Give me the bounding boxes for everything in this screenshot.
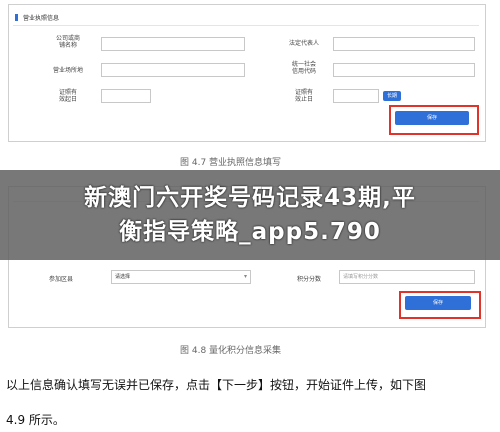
instruction-line-1: 以上信息确认填写无误并已保存，点击【下一步】按钮，开始证件上传，如下图	[6, 378, 427, 392]
section-title: 营业执照信息	[23, 15, 60, 22]
save-button-2[interactable]: 保存	[405, 296, 471, 310]
valid-from-input[interactable]	[101, 89, 151, 103]
label-score: 积分分数	[296, 276, 321, 283]
long-term-button[interactable]: 长期	[383, 91, 401, 101]
section-header: 营业执照信息	[15, 11, 135, 23]
figure-caption-4-8: 图 4.8 量化积分信息采集	[180, 346, 282, 356]
overlay-banner: 新澳门六开奖号码记录43期,平 衡指导策略_app5.790	[0, 170, 500, 260]
overlay-line-1: 新澳门六开奖号码记录43期,平	[84, 185, 416, 211]
business-license-form: 营业执照信息 公司或商 铺名称 法定代表人 营业场所地 统一社会 信用代码 证照…	[8, 4, 486, 142]
label-area: 参加区县	[49, 276, 74, 283]
chevron-down-icon: ▾	[243, 273, 247, 280]
label-valid-to: 证照有 效止日	[294, 89, 313, 103]
score-placeholder: 请填写积分分数	[343, 274, 379, 280]
label-credit-code: 统一社会 信用代码	[291, 61, 316, 75]
instruction-line-2: 4.9 所示。	[6, 413, 65, 427]
business-address-input[interactable]	[101, 63, 245, 77]
label-company-name: 公司或商 铺名称	[55, 35, 80, 49]
score-input[interactable]: 请填写积分分数	[339, 270, 475, 284]
company-name-input[interactable]	[101, 37, 245, 51]
area-select[interactable]: 请选择 ▾	[111, 270, 251, 284]
label-business-address: 营业场所地	[52, 67, 83, 74]
section-marker-icon	[15, 14, 18, 21]
label-valid-from: 证照有 效起日	[58, 89, 77, 103]
area-select-value: 请选择	[115, 274, 131, 280]
section-divider	[13, 25, 479, 26]
figure-caption-4-7: 图 4.7 营业执照信息填写	[180, 158, 282, 168]
valid-to-input[interactable]	[333, 89, 379, 103]
overlay-line-2: 衡指导策略_app5.790	[119, 219, 381, 245]
save-button[interactable]: 保存	[395, 111, 469, 125]
credit-code-input[interactable]	[333, 63, 475, 77]
label-legal-rep: 法定代表人	[288, 40, 319, 47]
legal-rep-input[interactable]	[333, 37, 475, 51]
